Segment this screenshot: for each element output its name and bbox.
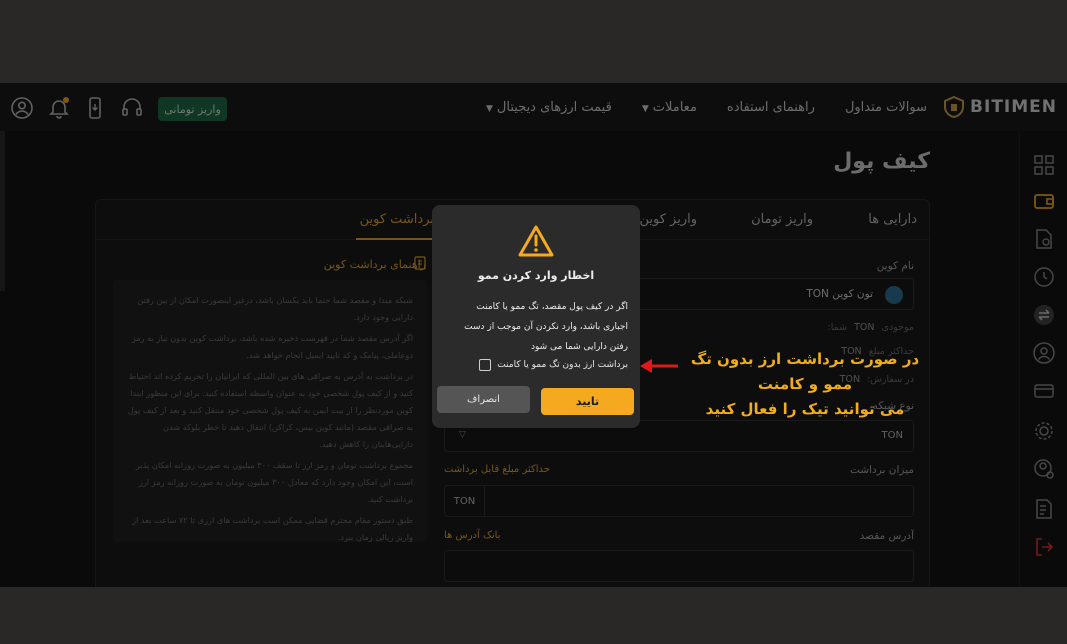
annotation-text: در صورت برداشت ارز بدون تگ ممو و کامنت م…: [674, 347, 936, 422]
modal-title: اخطار وارد کردن ممو: [477, 269, 595, 282]
screenshot-frame-top: [0, 0, 1067, 83]
app-window: BITIMEN قیمت ارزهای دیجیتال▼ معاملات▼ را…: [0, 83, 1067, 587]
memo-warning-modal: اخطار وارد کردن ممو اگر در کیف پول مقصد،…: [432, 205, 640, 428]
no-memo-checkbox-row[interactable]: برداشت ارز بدون تگ ممو یا کامنت: [479, 357, 628, 373]
confirm-button[interactable]: تایید: [541, 388, 634, 415]
modal-message: اگر در کیف پول مقصد، تگ ممو یا کامنت اجب…: [464, 302, 628, 352]
warning-triangle-icon: [518, 225, 554, 257]
annotation-line-1: در صورت برداشت ارز بدون تگ ممو و کامنت: [690, 350, 920, 393]
no-memo-checkbox[interactable]: [479, 359, 492, 371]
cancel-button[interactable]: انصراف: [437, 386, 530, 413]
no-memo-checkbox-label[interactable]: برداشت ارز بدون تگ ممو یا کامنت: [497, 360, 628, 370]
annotation-line-2: می توانید تیک را فعال کنید: [705, 400, 905, 418]
screenshot-frame-bottom: [0, 587, 1067, 644]
